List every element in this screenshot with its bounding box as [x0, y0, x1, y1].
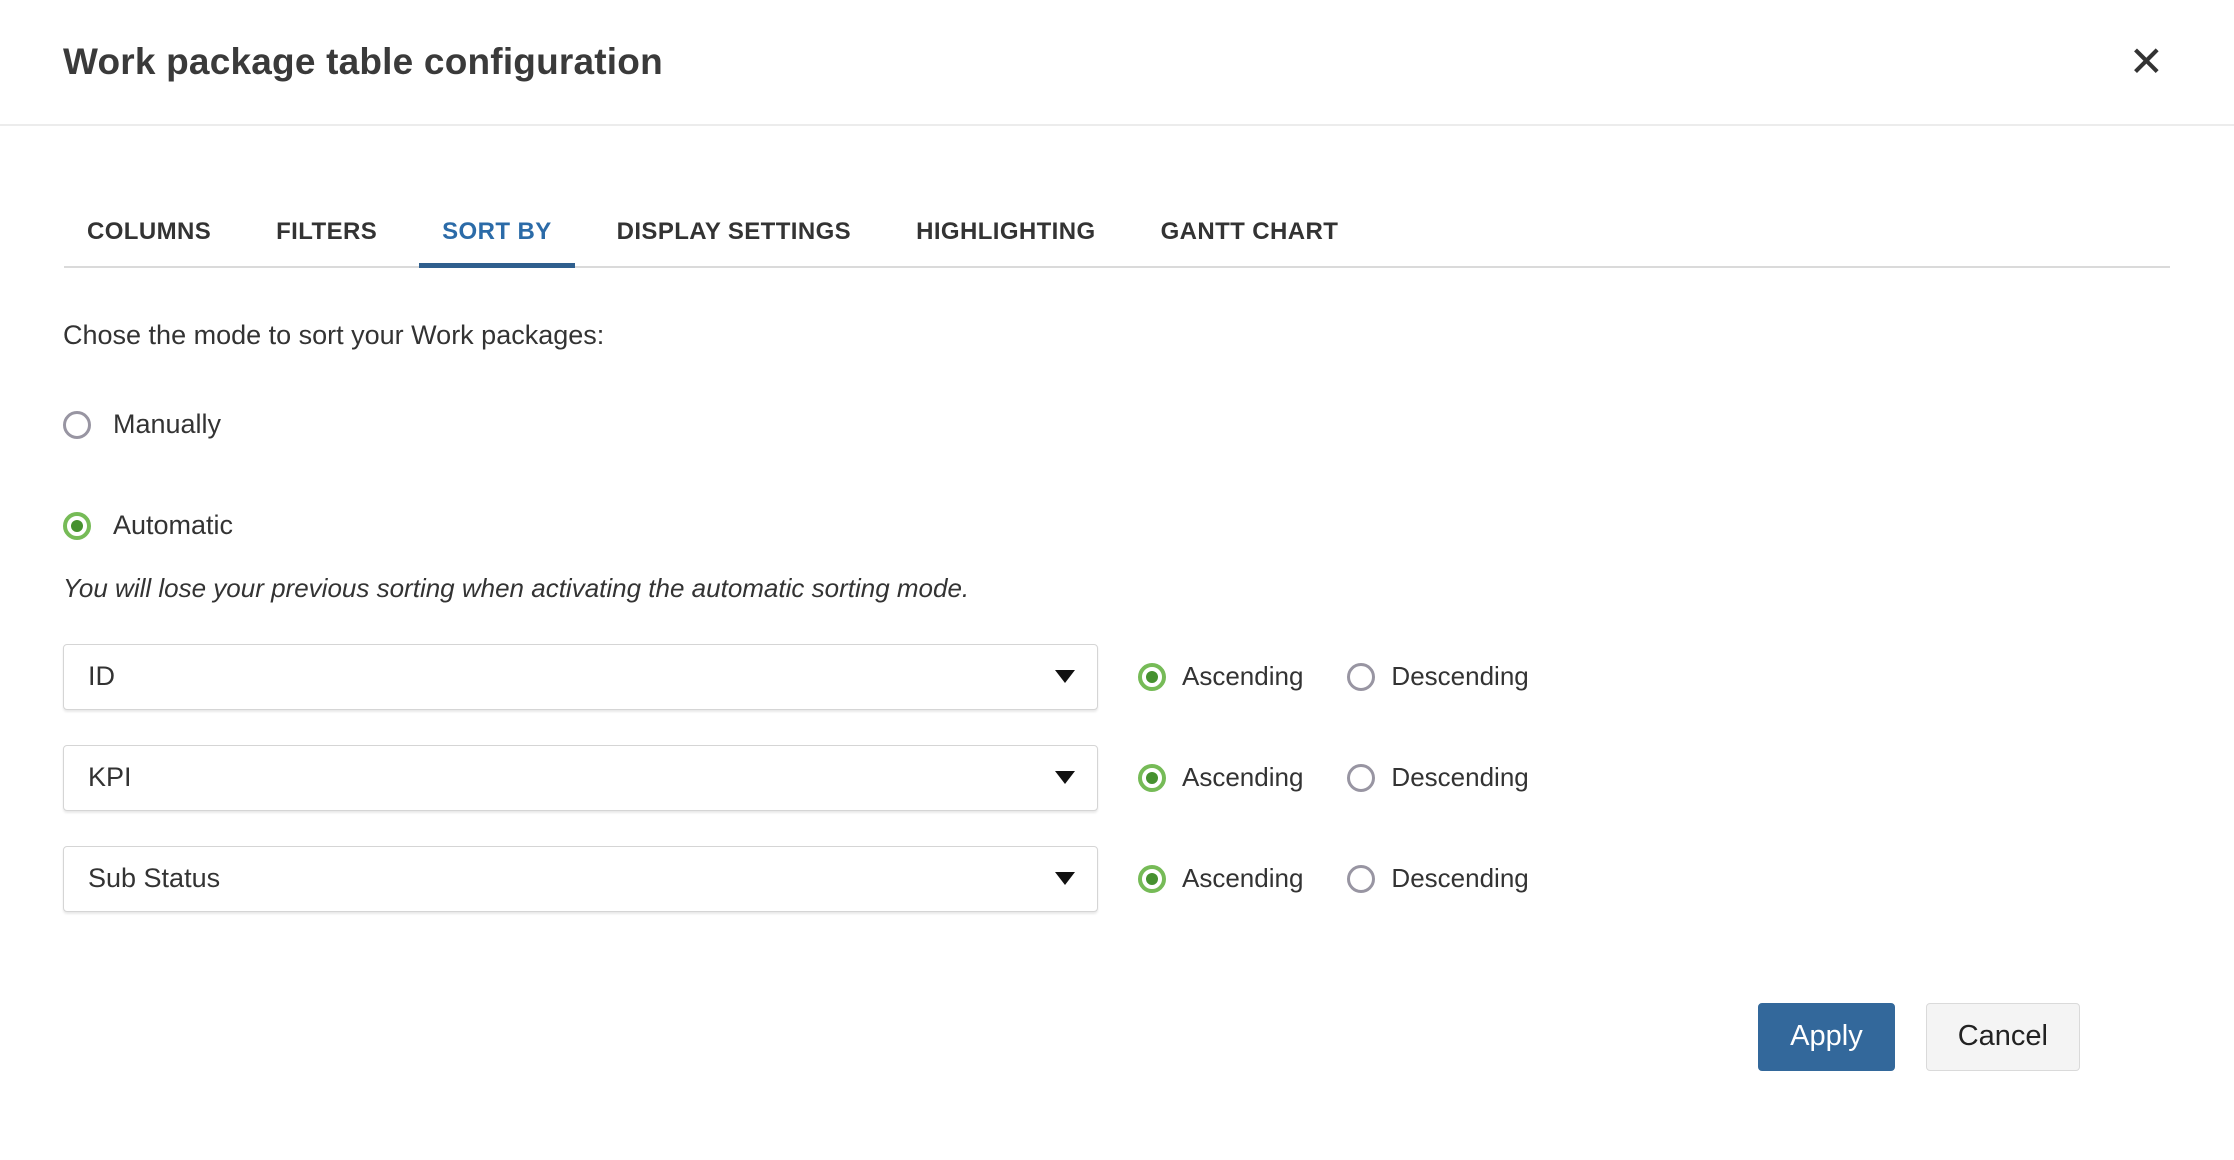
- descending-radio-option[interactable]: Descending: [1347, 863, 1529, 894]
- descending-radio-label: Descending: [1391, 762, 1529, 793]
- tab-gantt-chart[interactable]: GANTT CHART: [1138, 198, 1362, 266]
- ascending-radio-label: Ascending: [1182, 661, 1304, 692]
- dialog-header: Work package table configuration ✕: [0, 0, 2234, 126]
- cancel-button[interactable]: Cancel: [1925, 1002, 2080, 1071]
- automatic-radio-option[interactable]: Automatic: [63, 510, 233, 541]
- ascending-radio-option[interactable]: Ascending: [1138, 661, 1303, 692]
- sort-row-2: KPI Ascending Descending: [63, 744, 2171, 811]
- tab-highlighting[interactable]: HIGHLIGHTING: [893, 198, 1118, 266]
- sort-criteria-select-1[interactable]: ID: [63, 643, 1098, 710]
- close-button[interactable]: ✕: [2129, 41, 2164, 83]
- sorting-warning-note: You will lose your previous sorting when…: [63, 573, 970, 604]
- descending-radio-option[interactable]: Descending: [1347, 661, 1529, 692]
- sort-criteria-select-3[interactable]: Sub Status: [63, 845, 1098, 912]
- ascending-radio-option[interactable]: Ascending: [1138, 863, 1303, 894]
- sort-row-3: Sub Status Ascending Descending: [63, 845, 2171, 912]
- dialog-footer: Apply Cancel: [63, 1002, 2171, 1071]
- sort-by-panel: Chose the mode to sort your Work package…: [0, 320, 2234, 1071]
- apply-button[interactable]: Apply: [1758, 1002, 1895, 1071]
- sort-criteria-list: ID Ascending Descending KPI Ascending De…: [63, 643, 2171, 912]
- select-value: Sub Status: [88, 863, 221, 894]
- sort-direction-group-2: Ascending Descending: [1138, 762, 1573, 793]
- sort-mode-prompt: Chose the mode to sort your Work package…: [63, 320, 605, 350]
- sort-direction-group-3: Ascending Descending: [1138, 863, 1573, 894]
- work-package-table-configuration-dialog: Work package table configuration ✕ COLUM…: [0, 0, 2234, 1071]
- radio-indicator: [1347, 662, 1376, 691]
- caret-down-icon: [1055, 872, 1075, 886]
- close-icon: ✕: [2128, 38, 2164, 85]
- caret-down-icon: [1055, 771, 1075, 785]
- radio-indicator: [1347, 763, 1376, 792]
- manually-radio-option[interactable]: Manually: [63, 409, 221, 440]
- tab-filters[interactable]: FILTERS: [253, 198, 400, 266]
- radio-indicator: [1138, 864, 1166, 893]
- radio-indicator: [63, 410, 91, 439]
- tab-bar: COLUMNS FILTERS SORT BY DISPLAY SETTINGS…: [64, 126, 2170, 268]
- sort-row-1: ID Ascending Descending: [63, 643, 2171, 710]
- sort-direction-group-1: Ascending Descending: [1138, 661, 1573, 692]
- manually-radio-label: Manually: [113, 409, 222, 440]
- descending-radio-label: Descending: [1391, 661, 1529, 692]
- dialog-title: Work package table configuration: [63, 41, 663, 82]
- radio-indicator: [1138, 662, 1166, 691]
- radio-indicator: [63, 511, 91, 540]
- ascending-radio-option[interactable]: Ascending: [1138, 762, 1303, 793]
- select-value: ID: [88, 661, 115, 692]
- descending-radio-label: Descending: [1391, 863, 1529, 894]
- automatic-radio-label: Automatic: [113, 510, 234, 541]
- radio-indicator: [1138, 763, 1166, 792]
- sort-criteria-select-2[interactable]: KPI: [63, 744, 1098, 811]
- radio-indicator: [1347, 864, 1376, 893]
- tab-display-settings[interactable]: DISPLAY SETTINGS: [594, 198, 874, 266]
- descending-radio-option[interactable]: Descending: [1347, 762, 1529, 793]
- select-value: KPI: [88, 762, 132, 793]
- ascending-radio-label: Ascending: [1182, 863, 1304, 894]
- tab-columns[interactable]: COLUMNS: [64, 198, 234, 266]
- caret-down-icon: [1055, 670, 1075, 684]
- tab-sort-by[interactable]: SORT BY: [419, 198, 576, 268]
- ascending-radio-label: Ascending: [1182, 762, 1304, 793]
